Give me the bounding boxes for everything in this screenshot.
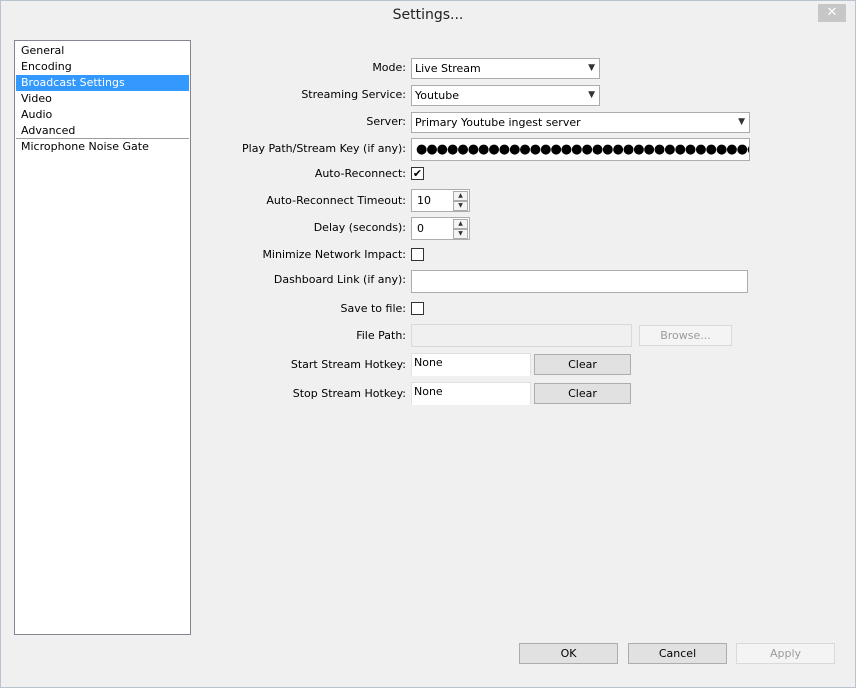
server-select[interactable]: Primary Youtube ingest server ▼	[411, 112, 750, 133]
start-hotkey-clear-button[interactable]: Clear	[534, 354, 631, 375]
sidebar-item-advanced[interactable]: Advanced	[16, 123, 189, 139]
save-to-file-checkbox[interactable]	[411, 302, 424, 315]
auto-reconnect-timeout-value: 10	[417, 194, 431, 207]
dashboard-link-input[interactable]	[411, 270, 748, 293]
stop-stream-hotkey-input[interactable]: None	[411, 382, 531, 405]
stop-hotkey-clear-button[interactable]: Clear	[534, 383, 631, 404]
spin-down-icon[interactable]: ▼	[453, 201, 468, 211]
close-icon: ✕	[826, 5, 838, 20]
start-stream-hotkey-label: Start Stream Hotkey:	[290, 358, 406, 371]
stop-stream-hotkey-label: Stop Stream Hotkey:	[292, 387, 406, 400]
settings-window: Settings... ✕ General Encoding Broadcast…	[0, 0, 856, 688]
window-title: Settings...	[392, 7, 464, 23]
mode-label: Mode:	[372, 61, 406, 74]
server-label: Server:	[366, 115, 406, 128]
checkmark-icon: ✔	[412, 167, 423, 180]
auto-reconnect-timeout-label: Auto-Reconnect Timeout:	[266, 194, 406, 207]
sidebar-item-audio[interactable]: Audio	[16, 107, 189, 123]
save-to-file-label: Save to file:	[340, 302, 407, 315]
start-stream-hotkey-input[interactable]: None	[411, 353, 531, 376]
delay-label: Delay (seconds):	[313, 221, 406, 234]
file-path-label: File Path:	[356, 329, 406, 342]
sidebar-item-encoding[interactable]: Encoding	[16, 59, 189, 75]
cancel-button[interactable]: Cancel	[628, 643, 727, 664]
sidebar-item-general[interactable]: General	[16, 43, 189, 59]
sidebar-item-video[interactable]: Video	[16, 91, 189, 107]
ok-button[interactable]: OK	[519, 643, 618, 664]
streaming-service-select[interactable]: Youtube ▼	[411, 85, 600, 106]
auto-reconnect-label: Auto-Reconnect:	[314, 167, 406, 180]
mode-select[interactable]: Live Stream ▼	[411, 58, 600, 79]
close-button[interactable]: ✕	[818, 4, 846, 22]
spin-down-icon[interactable]: ▼	[453, 229, 468, 239]
auto-reconnect-timeout-spinner[interactable]: 10 ▲ ▼	[411, 189, 470, 212]
chevron-down-icon: ▼	[588, 63, 595, 73]
apply-button[interactable]: Apply	[736, 643, 835, 664]
chevron-down-icon: ▼	[588, 90, 595, 100]
spin-up-icon[interactable]: ▲	[453, 191, 468, 201]
spin-up-icon[interactable]: ▲	[453, 219, 468, 229]
minimize-network-impact-label: Minimize Network Impact:	[262, 248, 406, 261]
browse-button[interactable]: Browse...	[639, 325, 732, 346]
delay-spinner[interactable]: 0 ▲ ▼	[411, 217, 470, 240]
mode-value: Live Stream	[415, 62, 481, 75]
stream-key-label: Play Path/Stream Key (if any):	[242, 142, 406, 155]
sidebar-item-microphone-noise-gate[interactable]: Microphone Noise Gate	[16, 139, 189, 155]
file-path-input[interactable]	[411, 324, 632, 347]
title-bar: Settings... ✕	[1, 1, 855, 33]
streaming-service-label: Streaming Service:	[301, 88, 406, 101]
streaming-service-value: Youtube	[415, 89, 459, 102]
chevron-down-icon: ▼	[738, 117, 745, 127]
settings-category-list: General Encoding Broadcast Settings Vide…	[14, 40, 191, 635]
auto-reconnect-checkbox[interactable]: ✔	[411, 167, 424, 180]
server-value: Primary Youtube ingest server	[415, 116, 581, 129]
dashboard-link-label: Dashboard Link (if any):	[273, 273, 406, 286]
delay-value: 0	[417, 222, 424, 235]
sidebar-item-broadcast-settings[interactable]: Broadcast Settings	[16, 75, 189, 91]
minimize-network-impact-checkbox[interactable]	[411, 248, 424, 261]
stream-key-input[interactable]: ●●●●●●●●●●●●●●●●●●●●●●●●●●●●●●●●●●●●●●●●…	[411, 138, 750, 161]
